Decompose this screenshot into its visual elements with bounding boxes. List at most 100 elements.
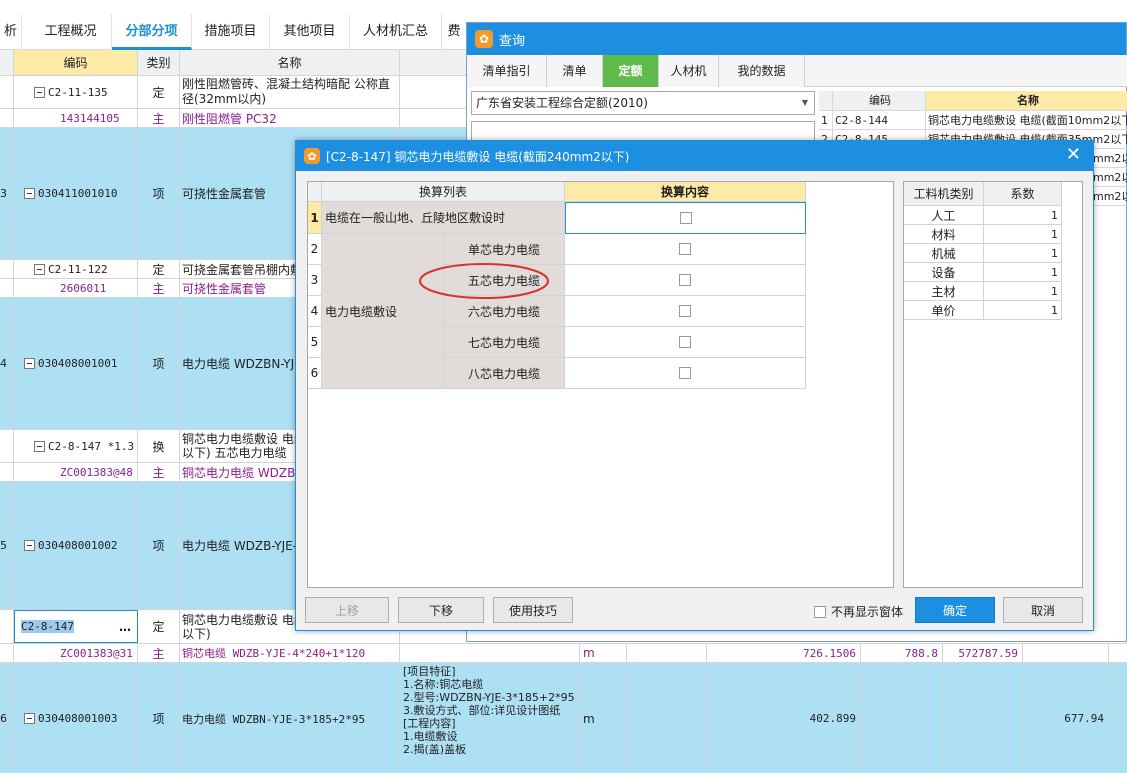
usage-tips-button[interactable]: 使用技巧 <box>493 597 573 623</box>
row-code: C2-8-147 *1.3 <box>48 439 135 453</box>
checkbox[interactable] <box>679 274 691 286</box>
row-name: 刚性阻燃管 PC32 <box>180 109 400 127</box>
coef-value[interactable]: 1 <box>984 225 1062 244</box>
row-total: 572787.59 <box>943 644 1023 662</box>
coef-value[interactable]: 1 <box>984 263 1062 282</box>
collapse-icon[interactable] <box>24 540 35 551</box>
collapse-icon[interactable] <box>24 188 35 199</box>
header-category: 工料机类别 <box>904 182 984 206</box>
conversion-dialog: ✿ [C2-8-147] 铜芯电力电缆敷设 电缆(截面240mm2以下) ✕ 换… <box>295 140 1094 631</box>
move-down-button[interactable]: 下移 <box>398 597 484 623</box>
header-conversion-list: 换算列表 <box>322 182 565 202</box>
chevron-down-icon[interactable]: ▼ <box>802 92 808 114</box>
query-window-titlebar[interactable]: ✿ 查询 <box>467 23 1126 55</box>
row-type: 项 <box>138 128 180 259</box>
tab-bill[interactable]: 清单 <box>547 55 603 87</box>
conversion-checkbox-cell[interactable] <box>565 296 806 327</box>
row-number: 3 <box>0 128 14 259</box>
code-edit-cell[interactable]: C2-8-147 … <box>14 610 138 643</box>
conversion-checkbox-cell[interactable] <box>565 327 806 358</box>
row-type: 主 <box>138 279 180 297</box>
coefficient-table: 工料机类别 系数 人工 1 材料 1 机械 1 设备 1 主材 1 单价 1 <box>903 181 1083 588</box>
conversion-item-single-core: 单芯电力电缆 <box>444 234 565 265</box>
move-up-button[interactable]: 上移 <box>305 597 389 623</box>
feature-line: 3.敷设方式、部位:详见设计图纸 <box>403 704 561 717</box>
feature-line: 2.型号:WDZBN-YJE-3*185+2*95 <box>403 691 575 704</box>
conversion-checkbox-cell[interactable] <box>565 265 806 296</box>
coef-category-labor: 人工 <box>904 206 984 225</box>
list-header-code[interactable]: 编码 <box>833 91 926 110</box>
conversion-group-cable-laying: 电力电缆敷设 <box>322 234 444 389</box>
close-icon[interactable]: ✕ <box>1066 145 1081 165</box>
checkbox[interactable] <box>679 243 691 255</box>
feature-line: 1.电缆敷设 <box>403 730 458 743</box>
header-code[interactable]: 编码 <box>14 50 138 75</box>
list-item[interactable]: 1 C2-8-144 铜芯电力电缆敷设 电缆(截面10mm2以下) <box>819 111 1127 130</box>
coef-value[interactable]: 1 <box>984 282 1062 301</box>
row-code: C2-11-135 <box>48 85 108 99</box>
feature-line: [工程内容] <box>403 717 456 730</box>
checkbox[interactable] <box>679 336 691 348</box>
tab-resources[interactable]: 人材机 <box>659 55 719 87</box>
row-name: 铜芯电缆 WDZB-YJE-4*240+1*120 <box>180 644 400 662</box>
dialog-titlebar[interactable]: ✿ [C2-8-147] 铜芯电力电缆敷设 电缆(截面240mm2以下) ✕ <box>296 141 1093 171</box>
dont-show-again-checkbox[interactable] <box>814 605 826 618</box>
header-conversion-content: 换算内容 <box>565 182 806 202</box>
row-number: 3 <box>308 265 322 296</box>
row-number: 4 <box>308 296 322 327</box>
tab-bill-guide[interactable]: 清单指引 <box>467 55 547 87</box>
tab-project-overview[interactable]: 工程概况 <box>30 14 112 50</box>
collapse-icon[interactable] <box>34 86 45 98</box>
row-code: 030408001001 <box>38 357 118 370</box>
collapse-icon[interactable] <box>34 440 45 452</box>
row-type: 主 <box>138 463 180 481</box>
conversion-checkbox-cell[interactable] <box>565 358 806 389</box>
conversion-checkbox-cell[interactable] <box>565 202 806 234</box>
row-number: 6 <box>0 663 14 773</box>
coef-category-equipment: 设备 <box>904 263 984 282</box>
row-number: 5 <box>308 327 322 358</box>
row-type: 定 <box>138 260 180 278</box>
checkbox[interactable] <box>679 212 692 224</box>
collapse-icon[interactable] <box>24 358 35 369</box>
list-header-name[interactable]: 名称 <box>926 91 1127 110</box>
conversion-checkbox-cell[interactable] <box>565 234 806 265</box>
row-price: 788.8 <box>861 644 943 662</box>
collapse-icon[interactable] <box>24 713 35 724</box>
ok-button[interactable]: 确定 <box>915 597 995 623</box>
coef-category-material: 材料 <box>904 225 984 244</box>
header-name[interactable]: 名称 <box>180 50 400 75</box>
app-logo-icon: ✿ <box>304 148 320 164</box>
row-code: ZC001383@48 <box>60 465 133 479</box>
cancel-button[interactable]: 取消 <box>1003 597 1083 623</box>
coef-category-main-material: 主材 <box>904 282 984 301</box>
quota-library-select[interactable]: 广东省安装工程综合定额(2010) ▼ <box>471 91 815 115</box>
coef-value[interactable]: 1 <box>984 244 1062 263</box>
row-code: 030411001010 <box>38 187 118 200</box>
more-button[interactable]: … <box>119 620 131 634</box>
tab-quota[interactable]: 定额 <box>603 55 659 87</box>
tab-sub-items[interactable]: 分部分项 <box>112 14 192 50</box>
checkbox[interactable] <box>679 367 691 379</box>
tab-analysis[interactable]: 析 <box>0 14 22 50</box>
table-row[interactable]: 6 030408001003 项 电力电缆 WDZBN-YJE-3*185+2*… <box>0 663 1127 773</box>
coef-value[interactable]: 1 <box>984 301 1062 320</box>
collapse-icon[interactable] <box>34 263 45 275</box>
tab-my-data[interactable]: 我的数据 <box>719 55 805 87</box>
tab-fees[interactable]: 费 <box>442 14 466 50</box>
tab-resource-summary[interactable]: 人材机汇总 <box>350 14 442 50</box>
header-type[interactable]: 类别 <box>138 50 180 75</box>
checkbox[interactable] <box>679 305 691 317</box>
list-item-number: 1 <box>819 111 833 130</box>
conversion-item-eight-core: 八芯电力电缆 <box>444 358 565 389</box>
dont-show-again-option[interactable]: 不再显示窗体 <box>814 603 903 620</box>
code-input[interactable]: C2-8-147 <box>21 620 74 633</box>
row-code: 143144105 <box>60 111 120 125</box>
row-code: C2-11-122 <box>48 262 108 276</box>
tab-measures[interactable]: 措施项目 <box>192 14 270 50</box>
row-code: ZC001383@31 <box>60 646 133 660</box>
table-row[interactable]: ZC001383@31 主 铜芯电缆 WDZB-YJE-4*240+1*120 … <box>0 644 1127 663</box>
tab-other-items[interactable]: 其他项目 <box>270 14 350 50</box>
row-total: 677.94 <box>1023 663 1109 773</box>
coef-value[interactable]: 1 <box>984 206 1062 225</box>
